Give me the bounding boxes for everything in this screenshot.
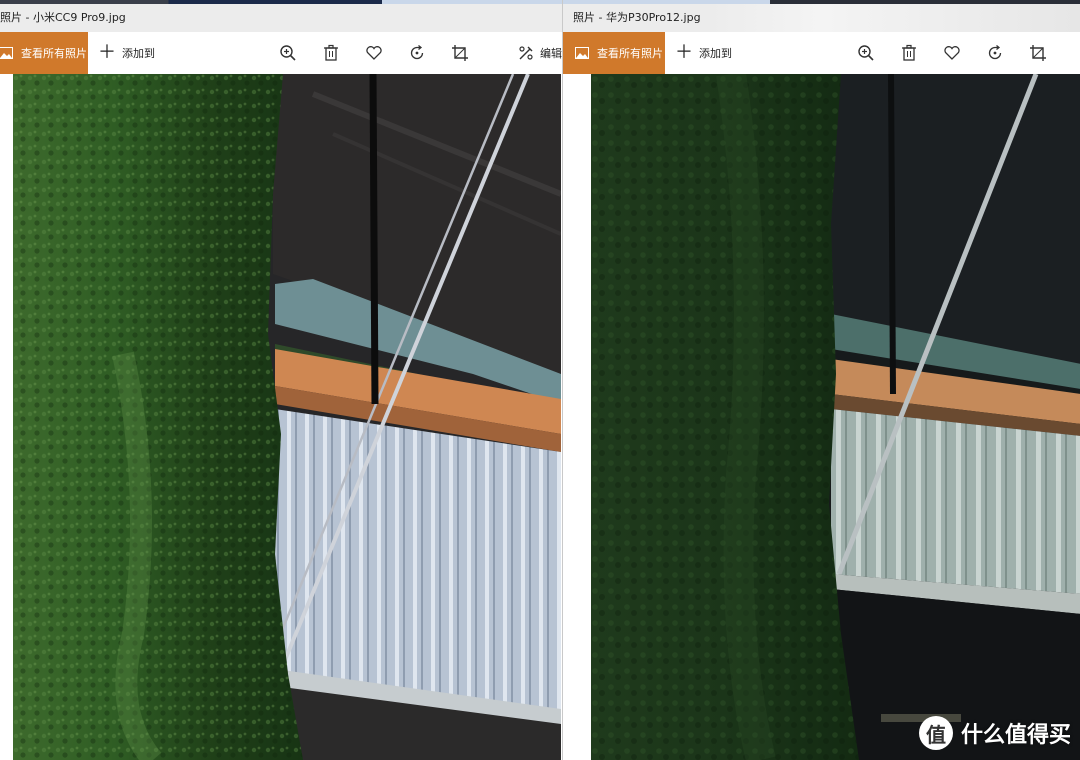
watermark-text: 什么值得买 <box>960 723 1071 748</box>
watermark-logo: 值 什么值得买 <box>918 716 1071 750</box>
title-bar: 照片 - 小米CC9 Pro9.jpg <box>0 4 562 32</box>
view-all-photos-button[interactable]: 查看所有照片 <box>563 32 665 74</box>
rotate-icon[interactable] <box>985 43 1005 63</box>
edit-label: 编辑 <box>540 47 562 60</box>
crop-icon[interactable] <box>450 43 470 63</box>
toolbar: 查看所有照片 ＋ 添加到 编辑 <box>0 32 562 74</box>
edit-icon <box>519 46 533 60</box>
picture-icon <box>575 47 589 59</box>
view-all-photos-button[interactable]: 查看所有照片 <box>0 32 88 74</box>
zoom-in-icon[interactable] <box>856 43 876 63</box>
photo-image <box>591 74 1080 760</box>
add-to-label: 添加到 <box>699 47 732 60</box>
zoom-in-icon[interactable] <box>278 43 298 63</box>
add-to-button[interactable]: ＋ 添加到 <box>675 32 732 74</box>
edit-button[interactable]: 编辑 <box>518 32 562 74</box>
photo-image <box>13 74 561 760</box>
delete-icon[interactable] <box>321 43 341 63</box>
toolbar: 查看所有照片 ＋ 添加到 <box>563 32 1080 74</box>
add-to-button[interactable]: ＋ 添加到 <box>98 32 155 74</box>
window-title: 照片 - 小米CC9 Pro9.jpg <box>0 11 126 24</box>
window-title: 照片 - 华为P30Pro12.jpg <box>573 11 701 24</box>
view-all-photos-label: 查看所有照片 <box>597 47 663 60</box>
add-to-label: 添加到 <box>122 47 155 60</box>
favorite-heart-icon[interactable] <box>942 43 962 63</box>
picture-icon <box>0 47 13 59</box>
photo-view[interactable]: 值 什么值得买 <box>591 74 1080 760</box>
photo-view[interactable] <box>13 74 561 760</box>
view-all-photos-label: 查看所有照片 <box>21 47 87 60</box>
delete-icon[interactable] <box>899 43 919 63</box>
favorite-heart-icon[interactable] <box>364 43 384 63</box>
photos-window-right: 照片 - 华为P30Pro12.jpg 查看所有照片 ＋ 添加到 值 什么值得买 <box>562 0 1080 760</box>
photos-window-left: 照片 - 小米CC9 Pro9.jpg 查看所有照片 ＋ 添加到 编辑 <box>0 0 562 760</box>
watermark-badge: 值 <box>918 716 953 750</box>
rotate-icon[interactable] <box>407 43 427 63</box>
plus-icon: ＋ <box>98 42 116 63</box>
title-bar: 照片 - 华为P30Pro12.jpg <box>563 4 1080 32</box>
crop-icon[interactable] <box>1028 43 1048 63</box>
plus-icon: ＋ <box>675 42 693 63</box>
